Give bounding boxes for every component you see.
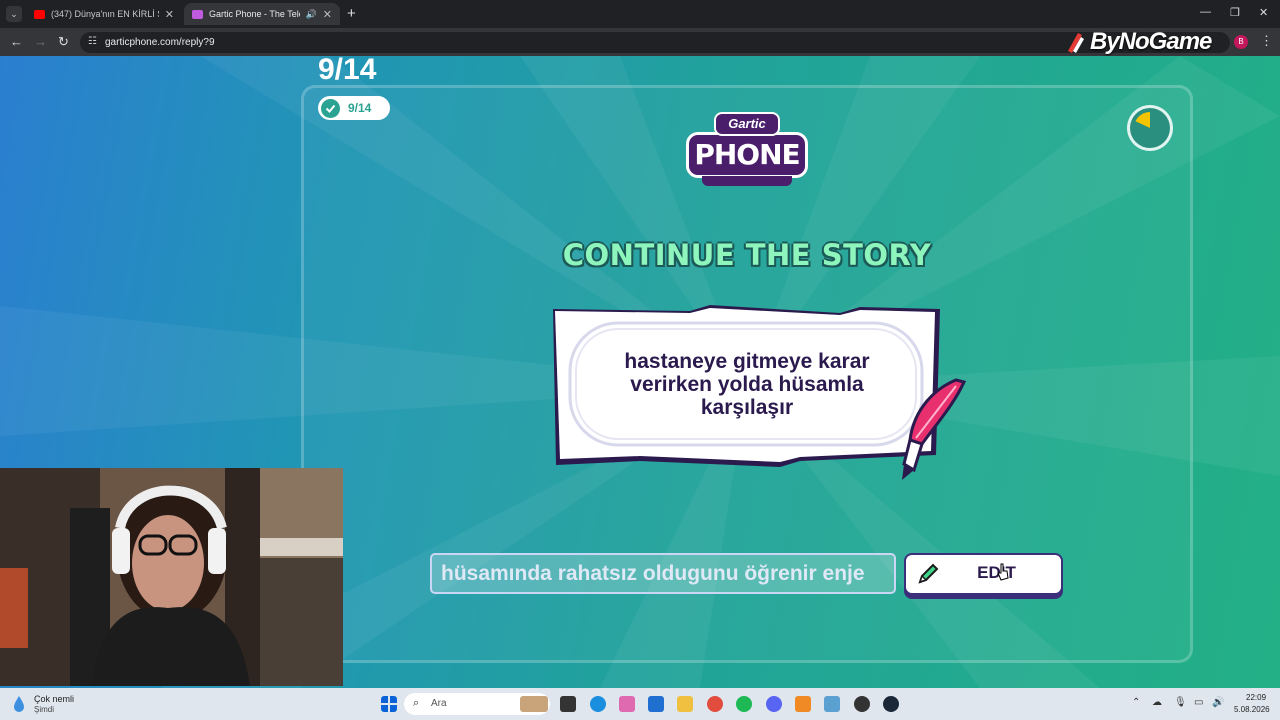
speaker-icon[interactable]: 🔊 <box>306 9 317 20</box>
tab-title: Gartic Phone - The Telephone <box>209 9 300 19</box>
hand-cursor-icon <box>997 563 1009 581</box>
address-bar[interactable]: ☷ garticphone.com/reply?9 <box>80 32 1230 53</box>
store-icon[interactable] <box>648 696 664 712</box>
browser-tab-gartic[interactable]: Gartic Phone - The Telephone 🔊 ✕ <box>184 3 340 25</box>
taskbar-date[interactable]: 5.08.2026 <box>1234 705 1270 714</box>
url-text: garticphone.com/reply?9 <box>105 37 215 48</box>
story-answer-input[interactable]: hüsamında rahatsız oldugunu öğrenir enje <box>430 553 896 594</box>
round-badge-text: 9/14 <box>348 101 372 115</box>
search-icon: ⌕ <box>413 697 420 709</box>
minimize-button[interactable]: — <box>1200 6 1211 18</box>
browser-tab-strip: ⌄ (347) Dünya'nın EN KİRLİ Şehri: ✕ Gart… <box>0 0 1280 28</box>
close-icon[interactable]: ✕ <box>165 8 174 21</box>
tab-title: (347) Dünya'nın EN KİRLİ Şehri: <box>51 9 159 19</box>
volume-icon[interactable]: 🔊 <box>1212 697 1224 708</box>
forward-button[interactable]: → <box>34 34 47 49</box>
chevron-up-icon[interactable]: ⌃ <box>1132 697 1140 708</box>
bynogame-watermark: ByNoGame <box>1064 28 1212 56</box>
browser-menu-icon[interactable]: ⋮ <box>1260 33 1273 49</box>
back-button[interactable]: ← <box>10 34 23 49</box>
profile-avatar[interactable]: B <box>1234 35 1248 49</box>
edit-button[interactable]: EDIT <box>904 553 1063 595</box>
edge-icon[interactable] <box>590 696 606 712</box>
browser-tab-youtube[interactable]: (347) Dünya'nın EN KİRLİ Şehri: ✕ <box>26 3 182 25</box>
search-highlight-icon[interactable] <box>520 696 548 712</box>
watermark-text: ByNoGame <box>1090 28 1212 55</box>
streamer-webcam-image <box>0 468 343 686</box>
search-placeholder: Ara <box>431 698 447 709</box>
chrome-icon[interactable] <box>707 696 723 712</box>
taskbar-time[interactable]: 22:09 <box>1246 693 1266 702</box>
copilot-icon[interactable] <box>619 696 635 712</box>
story-prompt-text: hastaneye gitmeye karar verirken yolda h… <box>624 350 870 419</box>
steam-icon[interactable] <box>883 696 899 712</box>
timer-icon <box>1127 105 1173 151</box>
windows-taskbar: Çok nemli Şimdi ⌕ Ara ⌃ ☁ 🎙 ▭ 🔊 22:09 5.… <box>0 688 1280 720</box>
display-icon[interactable]: ▭ <box>1194 697 1203 708</box>
check-icon <box>321 98 340 118</box>
discord-icon[interactable] <box>766 696 782 712</box>
round-counter: 9/14 <box>318 53 377 86</box>
obs-icon[interactable] <box>854 696 870 712</box>
new-tab-button[interactable]: + <box>347 5 356 22</box>
humidity-icon[interactable] <box>10 695 28 713</box>
round-badge: 9/14 <box>318 96 390 120</box>
page-title: CONTINUE THE STORY <box>562 238 932 272</box>
window-close-button[interactable]: ✕ <box>1259 6 1268 19</box>
gartic-icon <box>192 9 203 19</box>
windows-start-icon[interactable] <box>381 696 397 712</box>
weather-subtitle: Şimdi <box>34 705 55 714</box>
spotify-icon[interactable] <box>736 696 752 712</box>
gartic-phone-logo: PHONE Gartic <box>686 112 808 186</box>
bynogame-logo-icon <box>1068 33 1084 53</box>
file-explorer-icon[interactable] <box>677 696 693 712</box>
close-icon[interactable]: ✕ <box>323 8 332 21</box>
webcam-overlay <box>0 468 343 686</box>
logo-base <box>702 176 792 186</box>
quill-pen-icon <box>902 378 967 480</box>
logo-top-text: Gartic <box>714 112 780 136</box>
reload-button[interactable]: ↻ <box>58 34 69 50</box>
site-info-icon[interactable]: ☷ <box>88 36 97 47</box>
task-view-icon[interactable] <box>560 696 576 712</box>
logo-main-text: PHONE <box>686 132 808 178</box>
app-icon[interactable] <box>824 696 840 712</box>
youtube-icon <box>34 9 45 19</box>
network-icon[interactable]: ☁ <box>1152 697 1162 708</box>
app-icon[interactable] <box>795 696 811 712</box>
tab-search-button[interactable]: ⌄ <box>6 6 22 22</box>
restore-button[interactable]: ❐ <box>1230 6 1240 19</box>
edit-button-label: EDIT <box>977 563 1016 582</box>
weather-title: Çok nemli <box>34 694 75 704</box>
microphone-icon[interactable]: 🎙 <box>1174 697 1187 708</box>
